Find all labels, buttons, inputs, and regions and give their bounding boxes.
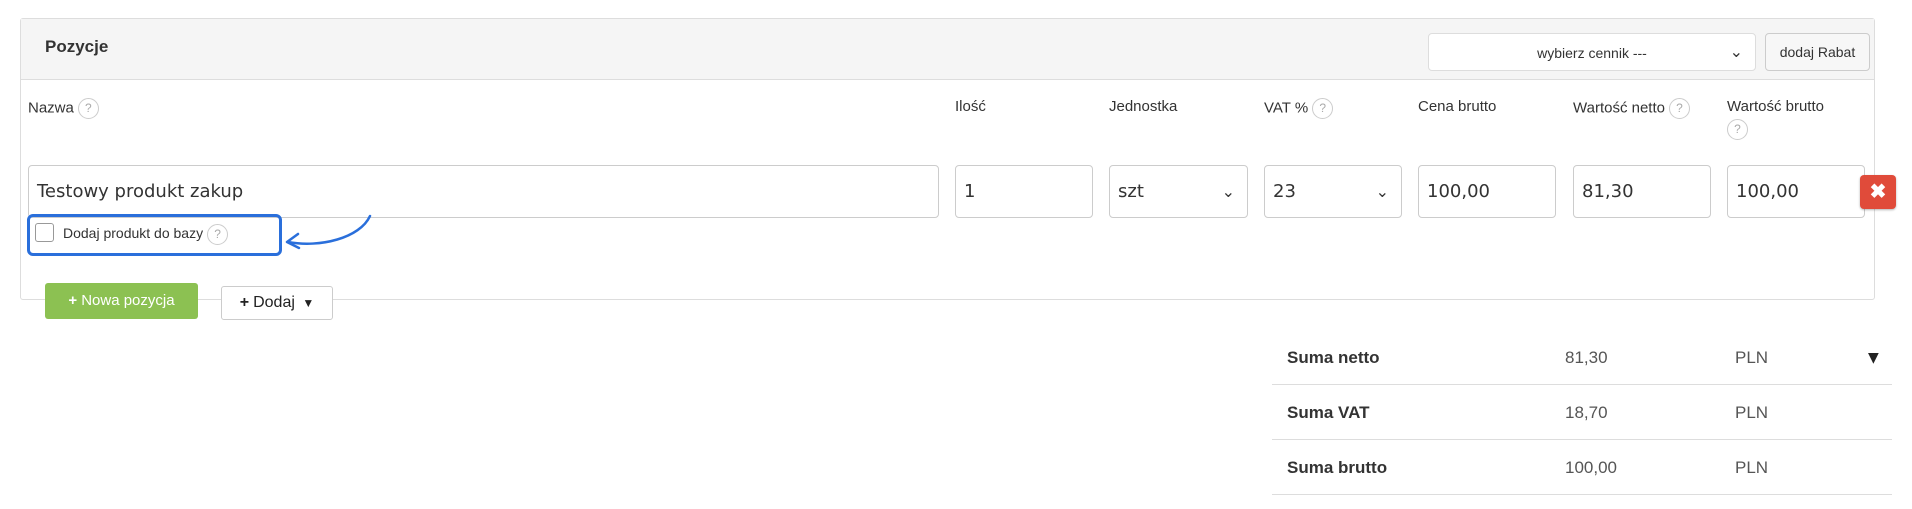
pricelist-select-value: wybierz cennik --- [1537,45,1647,61]
new-position-button[interactable]: + Nowa pozycja [45,283,198,319]
summary-value: 81,30 [1565,348,1608,367]
column-header-ilosc: Ilość [955,98,986,115]
arrow-icon [285,214,372,250]
summary-value: 18,70 [1565,403,1608,422]
add-to-db-checkbox[interactable] [35,223,54,242]
product-name-input[interactable]: Testowy produkt zakup [28,165,939,218]
new-position-label: Nowa pozycja [81,292,175,309]
help-icon[interactable]: ? [1668,98,1690,119]
close-icon: ✖ [1869,181,1887,203]
chevron-down-icon: ⌄ [1375,182,1389,201]
chevron-down-icon: ⌄ [1729,44,1743,61]
unit-select[interactable]: szt ⌄ [1109,165,1248,218]
gross-value-input[interactable]: 100,00 [1727,165,1865,218]
caret-down-icon: ▼ [302,296,315,310]
chevron-down-icon: ⌄ [1221,182,1235,201]
summary-row-netto: Suma netto 81,30 PLN ▼ [1272,330,1892,385]
plus-icon: + [68,292,78,309]
column-label: Nazwa [28,99,74,117]
column-label: Wartość netto [1573,99,1665,117]
column-label: Wartość brutto [1727,98,1824,115]
column-label: VAT % [1264,99,1309,117]
column-header-wartosc-netto: Wartość netto? [1573,98,1690,119]
unit-select-value: szt [1118,181,1144,202]
column-label: Ilość [955,98,986,115]
column-header-wartosc-brutto: Wartość brutto ? [1727,98,1824,140]
help-icon[interactable]: ? [1727,119,1748,140]
vat-select[interactable]: 23 ⌄ [1264,165,1402,218]
column-label: Cena brutto [1418,98,1497,115]
panel-title: Pozycje [45,37,109,56]
net-value-input[interactable]: 81,30 [1573,165,1711,218]
column-header-vat: VAT %? [1264,98,1334,119]
delete-row-button[interactable]: ✖ [1860,175,1896,209]
summary-label: Suma brutto [1287,458,1388,477]
add-to-db-label: Dodaj produkt do bazy [63,225,204,242]
add-to-db-row: Dodaj produkt do bazy? [63,224,229,245]
summary-row-brutto: Suma brutto 100,00 PLN [1272,440,1892,495]
pricelist-select[interactable]: wybierz cennik --- ⌄ [1428,33,1756,71]
summary-currency: PLN [1735,458,1769,477]
add-dropdown-button[interactable]: + Dodaj ▼ [221,286,333,320]
quantity-input[interactable]: 1 [955,165,1093,218]
plus-icon: + [239,294,250,311]
help-icon[interactable]: ? [207,224,229,245]
summary-value: 100,00 [1565,458,1617,477]
positions-panel: Pozycje wybierz cennik --- ⌄ dodaj Rabat [20,18,1875,300]
summary-label: Suma VAT [1287,403,1370,422]
panel-header: Pozycje wybierz cennik --- ⌄ dodaj Rabat [21,19,1874,80]
column-label: Jednostka [1109,98,1178,115]
gross-price-input[interactable]: 100,00 [1418,165,1556,218]
column-header-nazwa: Nazwa? [28,98,99,119]
column-header-jednostka: Jednostka [1109,98,1177,115]
column-header-cena-brutto: Cena brutto [1418,98,1496,115]
summary-currency: PLN [1735,348,1769,367]
help-icon[interactable]: ? [77,98,99,119]
add-discount-button[interactable]: dodaj Rabat [1765,33,1870,71]
vat-select-value: 23 [1273,181,1296,202]
summary-label: Suma netto [1287,348,1380,367]
help-icon[interactable]: ? [1312,98,1334,119]
caret-down-icon[interactable]: ▼ [1868,350,1879,366]
summary-currency: PLN [1735,403,1769,422]
summary-row-vat: Suma VAT 18,70 PLN [1272,385,1892,440]
add-dropdown-label: Dodaj [253,294,295,311]
